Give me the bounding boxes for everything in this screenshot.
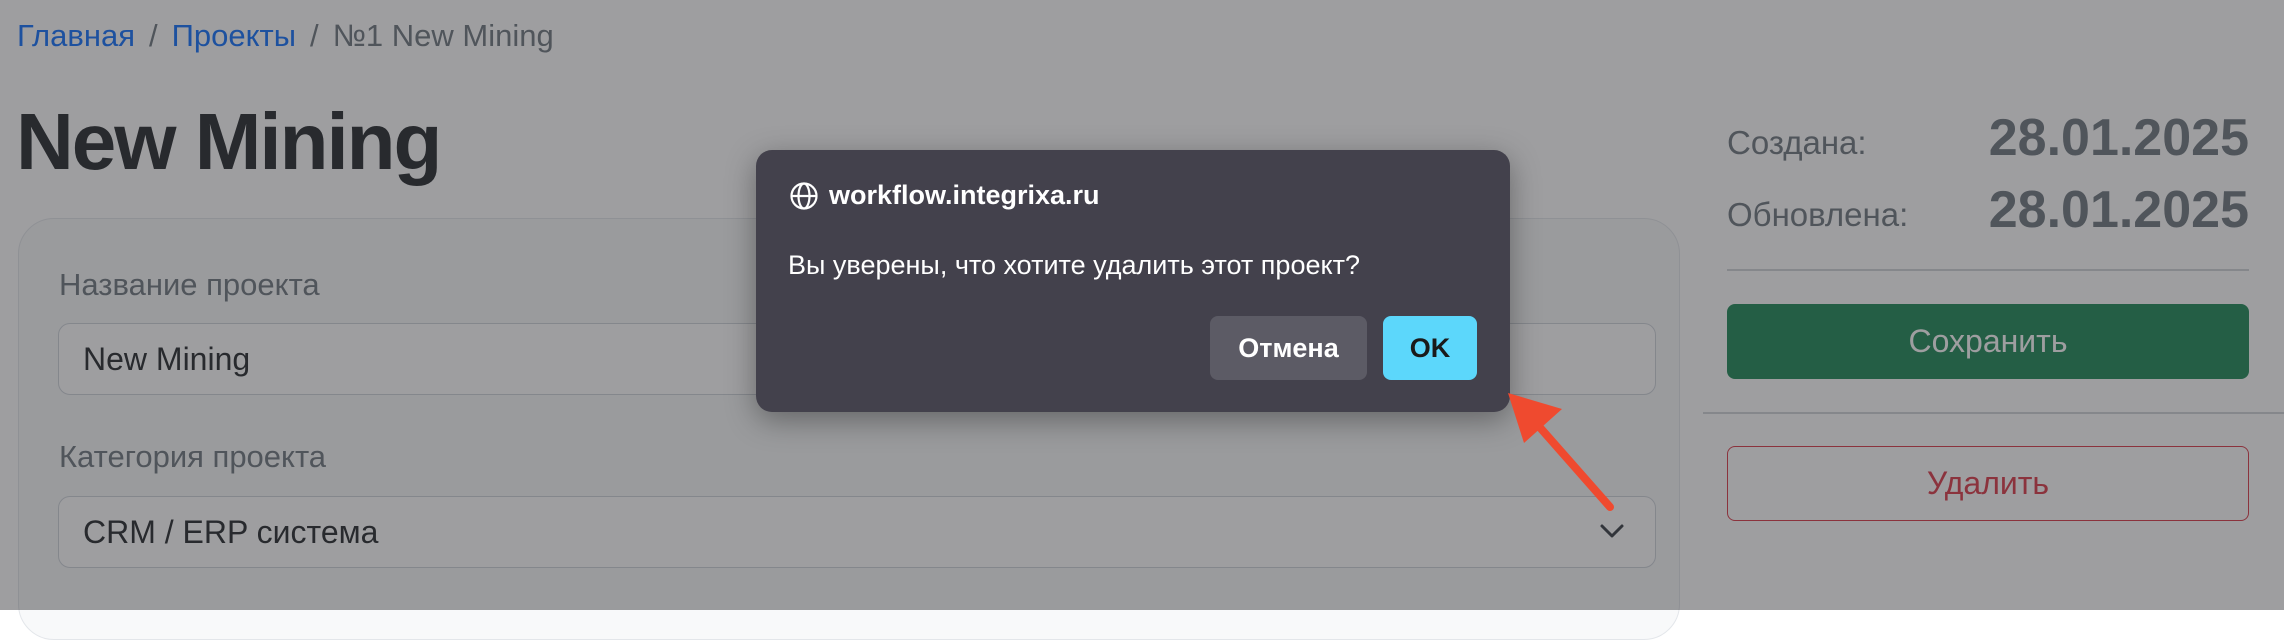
dialog-cancel-button[interactable]: Отмена (1210, 316, 1367, 380)
confirm-dialog: workflow.integrixa.ru Вы уверены, что хо… (756, 150, 1510, 412)
dialog-origin: workflow.integrixa.ru (789, 180, 1100, 211)
dialog-ok-button[interactable]: OK (1383, 316, 1477, 380)
globe-icon (790, 181, 818, 210)
dialog-message: Вы уверены, что хотите удалить этот прое… (788, 250, 1360, 280)
dialog-origin-text: workflow.integrixa.ru (829, 180, 1100, 210)
annotation-arrow-icon (1508, 393, 1614, 511)
